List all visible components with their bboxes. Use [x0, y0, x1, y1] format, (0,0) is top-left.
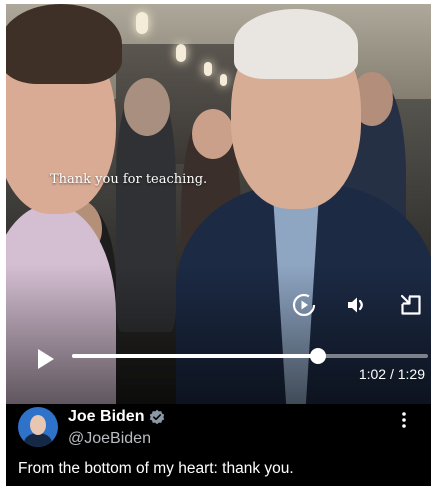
avatar-face	[30, 415, 46, 435]
video-scene-lamp	[204, 62, 212, 76]
video-scene-hair	[234, 9, 358, 79]
avatar[interactable]	[18, 407, 58, 447]
background-person-head	[192, 109, 234, 159]
tweet-card: Thank you for teaching. 1:02 / 1:29 Joe …	[6, 4, 431, 486]
replay-button[interactable]	[289, 290, 319, 320]
video-player[interactable]: Thank you for teaching. 1:02 / 1:29	[6, 4, 431, 404]
video-scene-foreground-hair	[6, 4, 122, 84]
video-time-display: 1:02 / 1:29	[358, 366, 425, 382]
video-progress-handle[interactable]	[309, 348, 326, 364]
video-progress-fill	[72, 354, 318, 358]
post-body: Joe Biden @JoeBiden From the bottom of m…	[6, 404, 431, 486]
more-options-icon	[402, 412, 406, 428]
popout-button[interactable]	[396, 290, 426, 320]
video-scene-lamp	[176, 44, 186, 62]
video-controls-gradient	[6, 264, 431, 404]
avatar-suit	[24, 433, 52, 447]
verified-badge-icon	[150, 409, 165, 425]
post-text: From the bottom of my heart: thank you.	[18, 460, 294, 477]
video-caption: Thank you for teaching.	[50, 172, 208, 187]
background-person-head	[124, 78, 170, 136]
volume-icon	[348, 297, 363, 313]
play-icon	[38, 349, 54, 369]
video-progress-bar[interactable]	[72, 348, 428, 364]
replay-icon	[292, 293, 316, 317]
author-name[interactable]: Joe Biden	[68, 408, 144, 426]
more-options-button[interactable]	[399, 410, 409, 430]
video-scene-lamp	[136, 12, 148, 34]
author-row: Joe Biden	[68, 408, 165, 426]
volume-button[interactable]	[342, 290, 372, 320]
author-handle[interactable]: @JoeBiden	[68, 430, 151, 448]
play-button[interactable]	[30, 344, 60, 374]
popout-icon	[400, 294, 421, 315]
video-scene-lamp	[220, 74, 227, 86]
